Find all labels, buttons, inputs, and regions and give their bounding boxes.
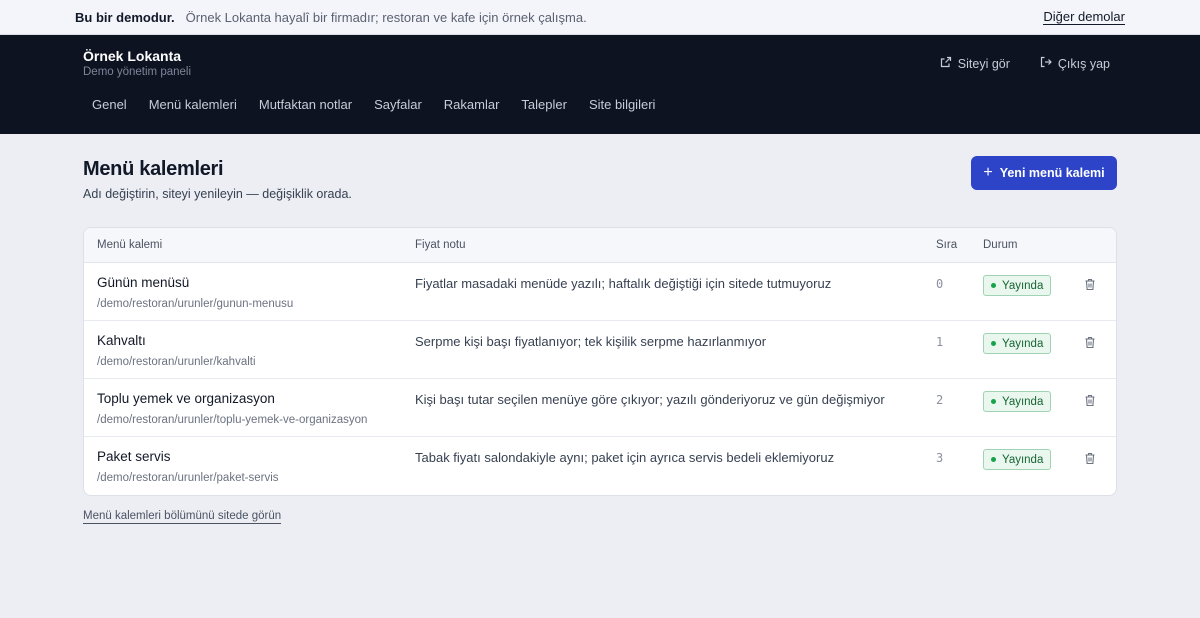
app-header: Örnek Lokanta Demo yönetim paneli Siteyi… [0, 35, 1200, 134]
row-path: /demo/restoran/urunler/toplu-yemek-ve-or… [97, 414, 368, 426]
nav-item-talepler[interactable]: Talepler [512, 97, 576, 112]
row-path: /demo/restoran/urunler/paket-servis [97, 472, 279, 484]
new-menu-item-label: Yeni menü kalemi [999, 166, 1105, 180]
brand-name: Örnek Lokanta [83, 48, 182, 64]
row-title[interactable]: Paket servis [97, 449, 171, 464]
trash-icon[interactable] [1084, 278, 1096, 291]
other-demos-link[interactable]: Diğer demolar [1043, 9, 1125, 25]
row-title[interactable]: Kahvaltı [97, 333, 146, 348]
table-row[interactable]: Kahvaltı /demo/restoran/urunler/kahvalti… [84, 321, 1116, 379]
view-section-on-site-link[interactable]: Menü kalemleri bölümünü sitede görün [83, 509, 282, 524]
status-label: Yayında [1002, 337, 1044, 350]
column-header-status: Durum [983, 239, 1018, 251]
column-header-order: Sıra [936, 239, 958, 251]
row-order: 1 [936, 335, 944, 349]
trash-icon[interactable] [1084, 394, 1096, 407]
external-link-icon [940, 56, 952, 71]
status-label: Yayında [1002, 395, 1044, 408]
row-title[interactable]: Toplu yemek ve organizasyon [97, 391, 275, 406]
status-dot-icon [991, 283, 996, 288]
status-dot-icon [991, 341, 996, 346]
row-price-note: Kişi başı tutar seçilen menüye göre çıkı… [415, 392, 885, 407]
column-header-item: Menü kalemi [97, 239, 163, 251]
row-order: 0 [936, 277, 944, 291]
page-title: Menü kalemleri [83, 158, 224, 180]
status-badge: Yayında [983, 275, 1052, 296]
status-badge: Yayında [983, 333, 1052, 354]
row-order: 3 [936, 451, 944, 465]
logout-icon [1040, 56, 1052, 71]
status-label: Yayında [1002, 279, 1044, 292]
nav-item-site-bilgileri[interactable]: Site bilgileri [580, 97, 664, 112]
nav-item-rakamlar[interactable]: Rakamlar [435, 97, 509, 112]
row-path: /demo/restoran/urunler/gunun-menusu [97, 298, 294, 310]
logout-button[interactable]: Çıkış yap [1040, 56, 1110, 71]
plus-icon: + [983, 163, 993, 181]
column-header-price-note: Fiyat notu [415, 239, 466, 251]
main-nav: Genel Menü kalemleri Mutfaktan notlar Sa… [83, 97, 668, 112]
menu-items-table: Menü kalemi Fiyat notu Sıra Durum Günün … [83, 227, 1117, 496]
header-actions: Siteyi gör Çıkış yap [940, 56, 1110, 71]
new-menu-item-button[interactable]: + Yeni menü kalemi [971, 156, 1117, 190]
demo-banner: Bu bir demodur. Örnek Lokanta hayalî bir… [0, 0, 1200, 35]
row-price-note: Serpme kişi başı fiyatlanıyor; tek kişil… [415, 334, 767, 349]
page-description: Adı değiştirin, siteyi yenileyin — değiş… [83, 187, 352, 201]
banner-title: Bu bir demodur. [75, 9, 175, 25]
table-row[interactable]: Günün menüsü /demo/restoran/urunler/gunu… [84, 263, 1116, 321]
banner-text: Örnek Lokanta hayalî bir firmadır; resto… [185, 9, 587, 25]
nav-item-genel[interactable]: Genel [83, 97, 136, 112]
status-badge: Yayında [983, 449, 1052, 470]
row-price-note: Tabak fiyatı salondakiyle aynı; paket iç… [415, 450, 835, 465]
trash-icon[interactable] [1084, 336, 1096, 349]
view-site-button[interactable]: Siteyi gör [940, 56, 1010, 71]
table-header: Menü kalemi Fiyat notu Sıra Durum [84, 228, 1116, 263]
nav-item-menu-kalemleri[interactable]: Menü kalemleri [140, 97, 246, 112]
logout-label: Çıkış yap [1057, 56, 1110, 71]
status-dot-icon [991, 457, 996, 462]
status-label: Yayında [1002, 453, 1044, 466]
brand-subtitle: Demo yönetim paneli [83, 66, 192, 78]
view-site-label: Siteyi gör [957, 56, 1010, 71]
status-badge: Yayında [983, 391, 1052, 412]
row-path: /demo/restoran/urunler/kahvalti [97, 356, 256, 368]
table-row[interactable]: Toplu yemek ve organizasyon /demo/restor… [84, 379, 1116, 437]
row-order: 2 [936, 393, 944, 407]
brand: Örnek Lokanta Demo yönetim paneli [83, 48, 191, 78]
nav-item-mutfaktan-notlar[interactable]: Mutfaktan notlar [250, 97, 361, 112]
status-dot-icon [991, 399, 996, 404]
table-row[interactable]: Paket servis /demo/restoran/urunler/pake… [84, 437, 1116, 495]
nav-item-sayfalar[interactable]: Sayfalar [365, 97, 431, 112]
trash-icon[interactable] [1084, 452, 1096, 465]
row-price-note: Fiyatlar masadaki menüde yazılı; haftalı… [415, 276, 832, 291]
row-title[interactable]: Günün menüsü [97, 275, 189, 290]
